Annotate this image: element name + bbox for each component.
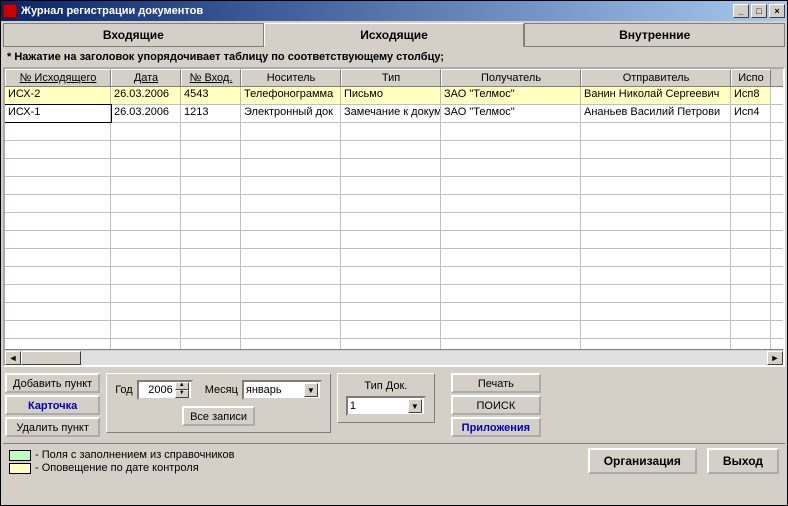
col-out-number[interactable]: № Исходящего xyxy=(5,69,111,86)
horizontal-scrollbar[interactable]: ◄ ► xyxy=(5,349,783,365)
col-sender[interactable]: Отправитель xyxy=(581,69,731,86)
legend-footer: - Поля с заполнением из справочников - О… xyxy=(3,443,785,478)
tab-outgoing[interactable]: Исходящие xyxy=(264,23,525,47)
chevron-down-icon[interactable]: ▼ xyxy=(304,383,318,397)
year-up-icon[interactable]: ▲ xyxy=(175,382,189,390)
card-button[interactable]: Карточка xyxy=(5,395,100,415)
legend-ref-text: - Поля с заполнением из справочников xyxy=(35,449,234,461)
app-window: Журнал регистрации документов _ □ × Вход… xyxy=(0,0,788,506)
all-records-button[interactable]: Все записи xyxy=(182,406,255,426)
doctype-group: Тип Док. 1 ▼ xyxy=(337,373,435,423)
sort-hint: * Нажатие на заголовок упорядочивает таб… xyxy=(3,49,785,65)
table-row[interactable]: ИСХ-2 26.03.2006 4543 Телефонограмма Пис… xyxy=(5,87,783,105)
attachments-button[interactable]: Приложения xyxy=(451,417,541,437)
col-executor[interactable]: Испо xyxy=(731,69,771,86)
month-combo[interactable]: январь ▼ xyxy=(242,380,322,400)
year-label: Год xyxy=(115,384,133,396)
organization-button[interactable]: Организация xyxy=(588,448,697,474)
doctype-combo[interactable]: 1 ▼ xyxy=(346,396,426,416)
col-type[interactable]: Тип xyxy=(341,69,441,86)
legend-swatch-green xyxy=(9,450,31,461)
filter-group: Год 2006 ▲ ▼ Месяц январь ▼ Все записи xyxy=(106,373,331,433)
tab-bar: Входящие Исходящие Внутренние xyxy=(3,23,785,47)
chevron-down-icon[interactable]: ▼ xyxy=(408,399,422,413)
window-title: Журнал регистрации документов xyxy=(21,5,733,17)
titlebar: Журнал регистрации документов _ □ × xyxy=(1,1,787,21)
legend-alert-text: - Оповещение по дате контроля xyxy=(35,462,199,474)
print-button[interactable]: Печать xyxy=(451,373,541,393)
col-recipient[interactable]: Получатель xyxy=(441,69,581,86)
editing-cell[interactable]: ИСХ-1 xyxy=(5,105,111,122)
app-icon xyxy=(3,4,17,18)
grid-body: ИСХ-2 26.03.2006 4543 Телефонограмма Пис… xyxy=(5,87,783,349)
scroll-left-icon[interactable]: ◄ xyxy=(5,351,21,365)
doctype-label: Тип Док. xyxy=(364,380,407,392)
controls-panel: Добавить пункт Карточка Удалить пункт Го… xyxy=(3,369,785,441)
legend-swatch-yellow xyxy=(9,463,31,474)
col-carrier[interactable]: Носитель xyxy=(241,69,341,86)
year-spinner[interactable]: 2006 ▲ ▼ xyxy=(137,380,193,400)
tab-internal[interactable]: Внутренние xyxy=(524,23,785,46)
delete-item-button[interactable]: Удалить пункт xyxy=(5,417,100,437)
month-label: Месяц xyxy=(205,384,238,396)
maximize-button[interactable]: □ xyxy=(751,4,767,18)
add-item-button[interactable]: Добавить пункт xyxy=(5,373,100,393)
grid-header: № Исходящего Дата № Вход. Носитель Тип П… xyxy=(5,69,783,87)
col-date[interactable]: Дата xyxy=(111,69,181,86)
scroll-right-icon[interactable]: ► xyxy=(767,351,783,365)
col-in-number[interactable]: № Вход. xyxy=(181,69,241,86)
exit-button[interactable]: Выход xyxy=(707,448,779,474)
year-down-icon[interactable]: ▼ xyxy=(175,390,189,398)
search-button[interactable]: ПОИСК xyxy=(451,395,541,415)
data-grid: № Исходящего Дата № Вход. Носитель Тип П… xyxy=(3,67,785,367)
table-row[interactable]: ИСХ-1 26.03.2006 1213 Электронный док За… xyxy=(5,105,783,123)
scroll-thumb[interactable] xyxy=(21,351,81,365)
minimize-button[interactable]: _ xyxy=(733,4,749,18)
close-button[interactable]: × xyxy=(769,4,785,18)
tab-incoming[interactable]: Входящие xyxy=(3,23,264,46)
